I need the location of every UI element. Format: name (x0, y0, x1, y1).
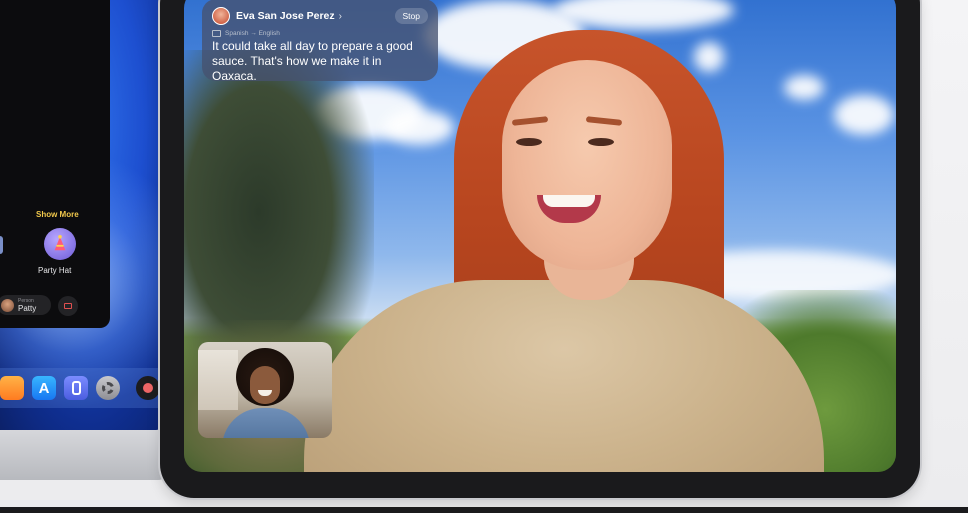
avatar (1, 298, 14, 312)
reaction-icon-partial[interactable] (0, 236, 3, 254)
dock: A (0, 368, 162, 408)
live-translation-caption: Eva San Jose Perez › Stop Spanish → Engl… (202, 0, 438, 83)
person-name: Patty (18, 304, 37, 313)
app-store-icon[interactable]: A (32, 376, 56, 400)
speaker-name[interactable]: Eva San Jose Perez (236, 10, 335, 22)
record-button[interactable] (58, 296, 78, 316)
facetime-video: Eva San Jose Perez › Stop Spanish → Engl… (184, 0, 896, 472)
ipad-device: Eva San Jose Perez › Stop Spanish → Engl… (160, 0, 920, 498)
cloud (694, 42, 724, 72)
camera-icon[interactable] (136, 376, 160, 400)
pip-person-face (250, 366, 280, 404)
stop-button[interactable]: Stop (394, 8, 428, 24)
settings-icon[interactable] (96, 376, 120, 400)
avatar (212, 7, 230, 25)
mac-screen: Show More Party Hat Person Patty A (0, 0, 162, 430)
mac-device: Show More Party Hat Person Patty A (0, 0, 168, 495)
party-hat-icon (54, 235, 66, 251)
chevron-right-icon[interactable]: › (339, 11, 342, 22)
pip-person-shirt (222, 408, 310, 438)
self-view-pip[interactable] (198, 342, 332, 438)
language-pair: Spanish → English (225, 30, 280, 37)
cloud (384, 110, 454, 145)
record-icon (64, 303, 72, 309)
cloud (834, 95, 894, 135)
iphone-mirroring-icon[interactable] (64, 376, 88, 400)
mac-base (0, 430, 168, 480)
person-chip[interactable]: Person Patty (0, 295, 51, 315)
eye (588, 138, 614, 146)
stage: Show More Party Hat Person Patty A Eva S… (0, 0, 968, 513)
eye (516, 138, 542, 146)
cloud (784, 75, 824, 100)
bottom-bar (0, 507, 968, 513)
party-hat-label: Party Hat (38, 266, 72, 275)
translate-icon (212, 30, 221, 37)
background-shelf (198, 350, 238, 410)
party-hat-button[interactable] (44, 228, 76, 260)
dock-app-pages-icon[interactable] (0, 376, 24, 400)
reactions-panel: Show More Party Hat Person Patty (0, 0, 110, 328)
person-face (502, 60, 672, 270)
caption-text: It could take all day to prepare a good … (212, 39, 413, 83)
show-more-link[interactable]: Show More (36, 210, 79, 219)
